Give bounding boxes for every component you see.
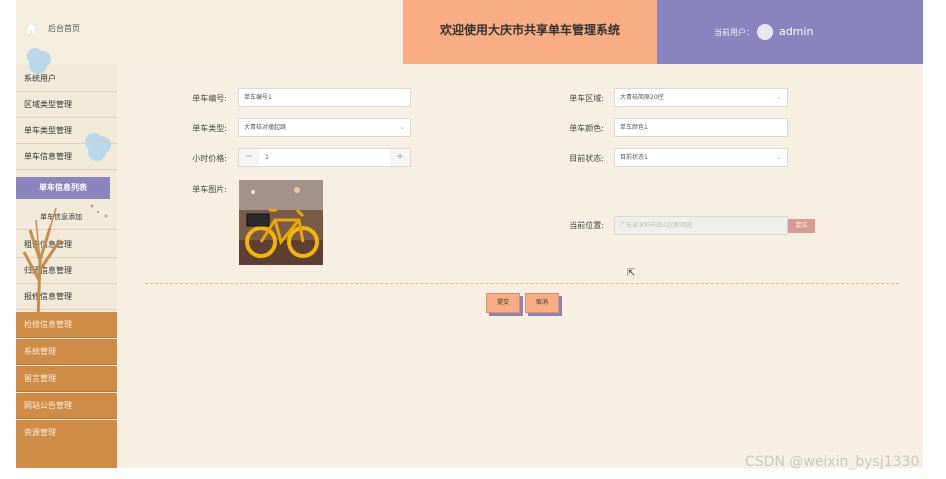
hourly-price-label: 小时价格: bbox=[192, 154, 227, 163]
sidebar-item-returns[interactable]: 归还信息管理 bbox=[16, 258, 117, 284]
sidebar-item-resources[interactable]: 资源管理 bbox=[16, 420, 117, 468]
cancel-button[interactable]: 取消 bbox=[525, 293, 559, 313]
divider bbox=[145, 283, 899, 284]
location-label: 当前位置: bbox=[569, 221, 604, 230]
bike-photo[interactable] bbox=[239, 180, 323, 265]
sidebar-item-bike-list[interactable]: 单车信息列表 bbox=[16, 177, 110, 199]
sidebar-item-system-users[interactable]: 系统用户 bbox=[16, 66, 117, 92]
app-shell: 后台首页 系统用户 区域类型管理 单车类型管理 单车信息管理 单车信息列表 单车… bbox=[16, 0, 923, 468]
watermark: CSDN @weixin_bysj1330 bbox=[745, 454, 920, 470]
current-user-label: 当前用户： bbox=[714, 28, 754, 37]
home-icon bbox=[24, 22, 38, 36]
sidebar-item-messages[interactable]: 留言管理 bbox=[16, 366, 117, 392]
chevron-down-icon: ⌄ bbox=[776, 93, 782, 101]
sidebar-item-announcements[interactable]: 网站公告管理 bbox=[16, 393, 117, 419]
page-title: 欢迎使用大庆市共享单车管理系统 bbox=[439, 23, 620, 37]
status-select[interactable]: 目前状态1 ⌄ bbox=[614, 148, 788, 167]
locate-button[interactable]: 定位 bbox=[788, 219, 815, 233]
hourly-price-stepper[interactable]: − 1 + bbox=[238, 148, 411, 167]
bike-photo-label: 单车图片: bbox=[192, 185, 227, 194]
home-label: 后台首页 bbox=[48, 24, 80, 33]
minus-icon[interactable]: − bbox=[239, 149, 259, 166]
header-title-box: 欢迎使用大庆市共享单车管理系统 bbox=[403, 0, 657, 64]
header-left bbox=[117, 0, 403, 64]
bike-type-label: 单车类型: bbox=[192, 124, 227, 133]
header-user: 当前用户： admin bbox=[657, 0, 923, 64]
bike-type-select[interactable]: 大青桔对撞起跳 ⌄ bbox=[238, 118, 411, 137]
sidebar-item-rentals[interactable]: 租借信息管理 bbox=[16, 232, 117, 258]
region-select[interactable]: 大青桔简原20控 ⌄ bbox=[614, 88, 788, 107]
region-label: 单车区域: bbox=[569, 94, 604, 103]
sidebar-item-system[interactable]: 系统管理 bbox=[16, 339, 117, 365]
sidebar: 后台首页 系统用户 区域类型管理 单车类型管理 单车信息管理 单车信息列表 单车… bbox=[16, 0, 117, 468]
bike-no-label: 单车编号: bbox=[192, 94, 227, 103]
chevron-down-icon: ⌄ bbox=[776, 153, 782, 161]
sidebar-item-bike-info[interactable]: 单车信息管理 bbox=[16, 144, 117, 170]
color-input[interactable]: 单车颜色1 bbox=[614, 118, 788, 137]
color-label: 单车颜色: bbox=[569, 124, 604, 133]
status-label: 目前状态: bbox=[569, 154, 604, 163]
submit-button[interactable]: 提交 bbox=[486, 293, 520, 313]
chevron-down-icon: ⌄ bbox=[399, 123, 405, 131]
bike-no-input[interactable]: 单车编号1 bbox=[238, 88, 411, 107]
plus-icon[interactable]: + bbox=[390, 149, 410, 166]
avatar[interactable] bbox=[757, 24, 773, 40]
sidebar-item-bike-add[interactable]: 单车信息添加 bbox=[16, 204, 117, 230]
sidebar-item-inspections[interactable]: 检修信息管理 bbox=[16, 312, 117, 338]
sidebar-item-repair-reports[interactable]: 报修信息管理 bbox=[16, 284, 117, 310]
username[interactable]: admin bbox=[779, 25, 813, 38]
sidebar-item-region-types[interactable]: 区域类型管理 bbox=[16, 92, 117, 118]
mouse-cursor-icon: ⇱ bbox=[627, 268, 636, 279]
bicycle-image bbox=[239, 180, 323, 265]
location-input[interactable]: 广东省深圳市南山区新桃园 bbox=[614, 216, 788, 235]
sidebar-item-bike-types[interactable]: 单车类型管理 bbox=[16, 118, 117, 144]
